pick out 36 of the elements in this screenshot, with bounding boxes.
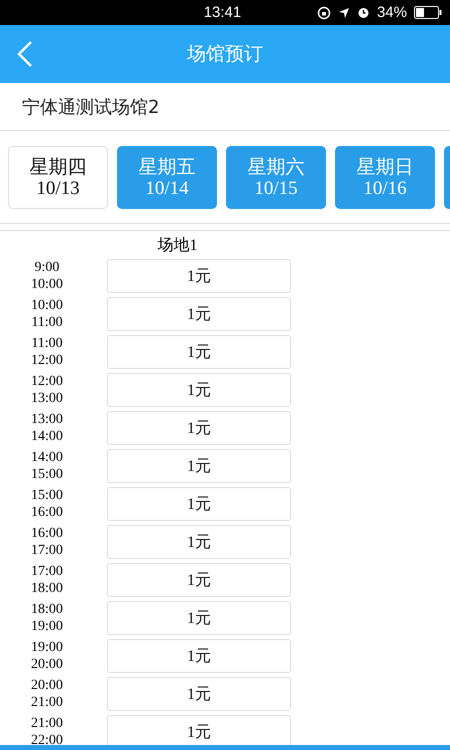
time-range: 10:00 11:00 bbox=[30, 297, 64, 331]
slot-price-button[interactable]: 1元 bbox=[107, 525, 291, 559]
clock-time: 13:41 bbox=[202, 4, 242, 21]
time-range: 19:00 20:00 bbox=[30, 639, 64, 673]
court-name: 场地1 bbox=[158, 236, 198, 256]
back-chevron-icon bbox=[17, 40, 33, 68]
venue-name: 宁体通测试场馆2 bbox=[22, 96, 160, 118]
slot-price-button[interactable]: 1元 bbox=[107, 677, 291, 711]
time-range: 16:00 17:00 bbox=[30, 525, 64, 559]
slot-price-button[interactable]: 1元 bbox=[107, 601, 291, 635]
slot-price-button[interactable]: 1元 bbox=[107, 449, 291, 483]
alarm-icon bbox=[356, 6, 370, 19]
page-title: 场馆预订 bbox=[186, 42, 264, 67]
slot-price-button[interactable]: 1元 bbox=[107, 411, 291, 445]
time-range: 15:00 16:00 bbox=[30, 487, 64, 521]
time-range: 17:00 18:00 bbox=[30, 563, 64, 597]
day-tab[interactable]: 星期四 10/13 bbox=[8, 146, 108, 209]
slot-price-button[interactable]: 1元 bbox=[107, 563, 291, 597]
location-arrow-icon bbox=[338, 6, 350, 18]
battery-percentage: 34% bbox=[376, 4, 407, 21]
slot-price-button[interactable]: 1元 bbox=[107, 297, 291, 331]
slot-price-button[interactable]: 1元 bbox=[107, 487, 291, 521]
slot-price-button[interactable]: 1元 bbox=[107, 335, 291, 369]
battery-icon bbox=[414, 6, 442, 19]
time-range: 13:00 14:00 bbox=[30, 411, 64, 445]
time-range: 9:00 10:00 bbox=[30, 259, 64, 293]
slot-price-button[interactable]: 1元 bbox=[107, 259, 291, 293]
time-range: 21:00 22:00 bbox=[30, 715, 64, 745]
slot-price-button[interactable]: 1元 bbox=[107, 715, 291, 745]
time-range: 20:00 21:00 bbox=[30, 677, 64, 711]
slot-price-button[interactable]: 1元 bbox=[107, 639, 291, 673]
time-range: 11:00 12:00 bbox=[30, 335, 64, 369]
slot-price-button[interactable]: 1元 bbox=[107, 373, 291, 407]
time-range: 18:00 19:00 bbox=[30, 601, 64, 635]
time-range: 12:00 13:00 bbox=[30, 373, 64, 407]
time-range: 14:00 15:00 bbox=[30, 449, 64, 483]
